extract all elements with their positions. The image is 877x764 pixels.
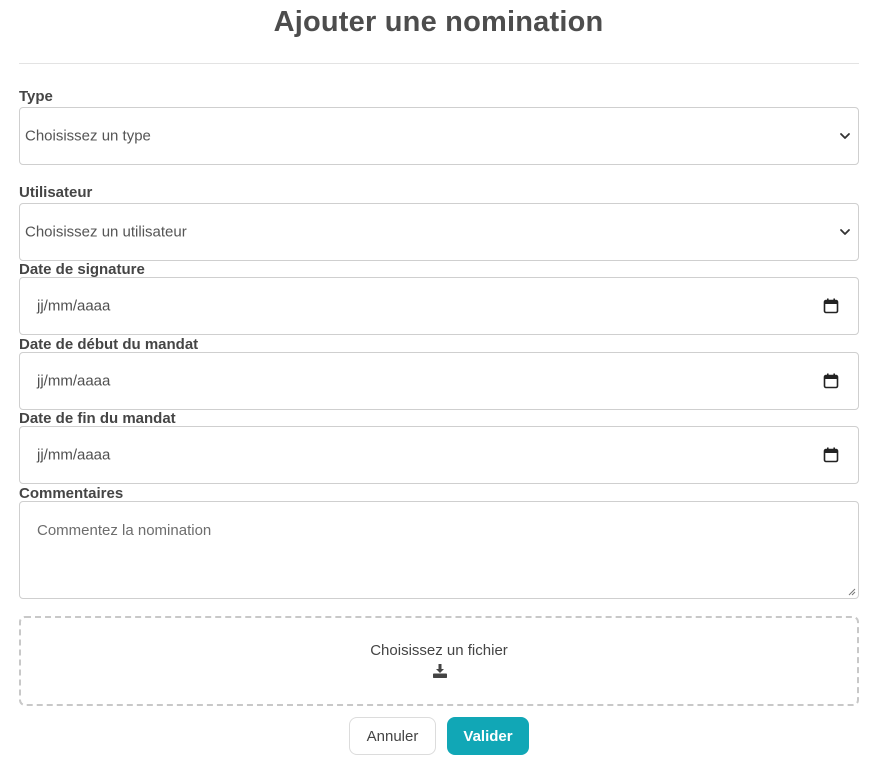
cancel-button[interactable]: Annuler xyxy=(349,717,436,755)
submit-button[interactable]: Valider xyxy=(447,717,529,755)
user-select-value: Choisissez un utilisateur xyxy=(25,223,187,241)
type-select[interactable]: Choisissez un type xyxy=(19,107,859,165)
type-label: Type xyxy=(19,88,53,105)
comments-placeholder: Commentez la nomination xyxy=(37,522,212,539)
comments-textarea[interactable]: Commentez la nomination xyxy=(19,501,859,599)
file-dropzone-label: Choisissez un fichier xyxy=(370,642,508,659)
calendar-icon[interactable] xyxy=(823,298,839,314)
signature-date-label: Date de signature xyxy=(19,261,145,278)
comments-label: Commentaires xyxy=(19,485,124,502)
user-select[interactable]: Choisissez un utilisateur xyxy=(19,203,859,261)
end-date-label: Date de fin du mandat xyxy=(19,410,176,427)
end-date-input[interactable]: jj/mm/aaaa xyxy=(19,426,859,484)
chevron-down-icon xyxy=(840,133,850,139)
download-icon xyxy=(433,664,447,678)
user-label: Utilisateur xyxy=(19,184,93,201)
start-date-input[interactable]: jj/mm/aaaa xyxy=(19,352,859,410)
calendar-icon[interactable] xyxy=(823,373,839,389)
signature-date-value: jj/mm/aaaa xyxy=(37,297,111,315)
page-title: Ajouter une nomination xyxy=(273,6,604,38)
chevron-down-icon xyxy=(840,229,850,235)
calendar-icon[interactable] xyxy=(823,447,839,463)
signature-date-input[interactable]: jj/mm/aaaa xyxy=(19,277,859,335)
title-divider xyxy=(19,63,859,64)
file-dropzone[interactable]: Choisissez un fichier xyxy=(19,616,859,706)
start-date-label: Date de début du mandat xyxy=(19,336,199,353)
end-date-value: jj/mm/aaaa xyxy=(37,446,111,464)
start-date-value: jj/mm/aaaa xyxy=(37,372,111,390)
type-select-value: Choisissez un type xyxy=(25,127,151,145)
resize-handle-icon[interactable] xyxy=(847,587,856,596)
